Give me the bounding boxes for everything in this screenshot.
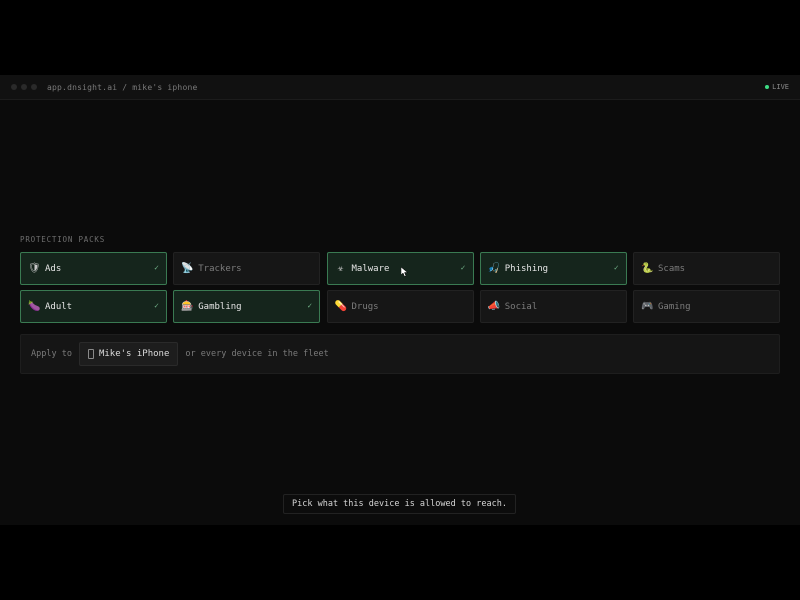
pack-card-gaming[interactable]: 🎮 Gaming [633, 290, 780, 323]
apply-suffix: or every device in the fleet [185, 349, 329, 359]
pack-label: Malware [351, 263, 390, 274]
live-status-badge: LIVE [765, 83, 789, 91]
eggplant-icon: 🍆 [28, 300, 41, 312]
gamepad-icon: 🎮 [641, 300, 654, 312]
check-icon: ✓ [307, 301, 313, 310]
pack-card-malware[interactable]: ☣ Malware ✓ [326, 252, 474, 285]
window-controls [11, 84, 37, 90]
pack-label: Ads [45, 263, 62, 274]
pack-card-scams[interactable]: 🐍 Scams [633, 252, 780, 285]
hint-tooltip: Pick what this device is allowed to reac… [283, 494, 516, 514]
title-bar: app.dnsight.ai / mike's iphone LIVE [0, 75, 800, 100]
pack-card-phishing[interactable]: 🎣 Phishing ✓ [479, 252, 627, 285]
pack-label: Social [504, 301, 538, 312]
check-icon: ✓ [154, 301, 159, 310]
protection-pack-grid: 🛡 Ads ✓ 📡 Trackers ☣ Malware ✓ 🎣 Phishing ✓ 🐍 Scams 🍆… [20, 252, 780, 323]
fishing-hook-icon: 🎣 [487, 262, 501, 274]
pack-card-trackers[interactable]: 📡 Trackers [173, 252, 321, 285]
check-icon: ✓ [613, 263, 619, 272]
app-window: app.dnsight.ai / mike's iphone LIVE PROT… [0, 75, 800, 525]
pack-card-gambling[interactable]: 🎰 Gambling ✓ [173, 290, 321, 323]
check-icon: ✓ [154, 263, 159, 272]
biohazard-icon: ☣ [337, 262, 344, 274]
pack-label: Gaming [658, 301, 691, 312]
apply-prefix: Apply to [31, 349, 72, 359]
apply-to-bar: Apply to Mike's iPhone or every device i… [20, 334, 780, 374]
pack-label: Adult [45, 301, 73, 312]
close-window-button[interactable] [11, 84, 17, 90]
pack-card-drugs[interactable]: 💊 Drugs [326, 290, 474, 323]
pack-card-ads[interactable]: 🛡 Ads ✓ [20, 252, 167, 285]
device-selector[interactable]: Mike's iPhone [78, 342, 179, 366]
pill-icon: 💊 [334, 300, 347, 312]
device-name: Mike's iPhone [98, 349, 170, 359]
pack-label: Trackers [198, 263, 242, 274]
pack-label: Scams [658, 263, 686, 274]
slot-machine-icon: 🎰 [181, 300, 194, 312]
mouse-cursor-icon [401, 267, 408, 277]
pack-label: Gambling [198, 301, 242, 312]
shield-icon: 🛡 [28, 262, 41, 274]
breadcrumb: app.dnsight.ai / mike's iphone [47, 82, 198, 92]
pack-label: Drugs [351, 301, 379, 312]
maximize-window-button[interactable] [31, 84, 37, 90]
live-dot-icon [765, 85, 770, 89]
live-status-label: LIVE [772, 83, 789, 91]
megaphone-icon: 📣 [487, 300, 501, 312]
check-icon: ✓ [460, 263, 466, 272]
pack-label: Phishing [504, 263, 549, 274]
section-title: PROTECTION PACKS [20, 235, 106, 244]
phone-icon [87, 349, 94, 359]
pack-card-adult[interactable]: 🍆 Adult ✓ [20, 290, 167, 323]
scam-icon: 🐍 [641, 262, 654, 274]
minimize-window-button[interactable] [21, 84, 27, 90]
pack-card-social[interactable]: 📣 Social [479, 290, 627, 323]
satellite-dish-icon: 📡 [181, 262, 194, 274]
